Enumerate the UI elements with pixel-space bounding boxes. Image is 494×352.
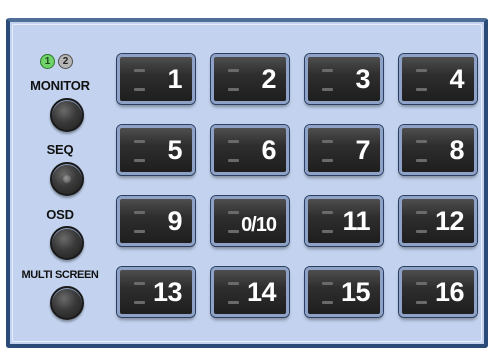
key-mark	[322, 88, 333, 91]
key-label: 11	[342, 206, 370, 236]
key-mark	[416, 301, 427, 304]
key-label: 13	[152, 277, 183, 307]
side-controls: 1 2 MONITOR SEQ OSD MULTI SCREEN	[10, 22, 110, 344]
key-9[interactable]: 9	[117, 196, 195, 246]
key-mark	[416, 211, 427, 214]
key-mark	[228, 230, 239, 233]
key-mark	[228, 159, 239, 162]
key-11[interactable]: 11	[305, 196, 383, 246]
key-15[interactable]: 15	[305, 267, 383, 317]
key-label: 8	[449, 135, 464, 165]
seq-button[interactable]	[50, 162, 84, 196]
key-mark	[416, 88, 427, 91]
key-mark	[228, 211, 239, 214]
key-label: 2	[261, 64, 276, 94]
key-label: 12	[434, 206, 465, 236]
seq-led-icon	[63, 175, 71, 183]
key-4[interactable]: 4	[399, 54, 477, 104]
key-2[interactable]: 2	[211, 54, 289, 104]
key-label: 1	[167, 64, 182, 94]
key-mark	[134, 282, 145, 285]
seq-label: SEQ	[46, 142, 74, 157]
key-mark	[228, 301, 239, 304]
key-mark	[322, 301, 333, 304]
key-mark	[228, 140, 239, 143]
key-0-10[interactable]: 0/10	[211, 196, 289, 246]
key-3[interactable]: 3	[305, 54, 383, 104]
key-mark	[322, 159, 333, 162]
key-mark	[322, 282, 333, 285]
key-mark	[416, 230, 427, 233]
key-mark	[416, 282, 427, 285]
monitor-indicator-2: 2	[58, 54, 73, 69]
key-label: 7	[355, 135, 370, 165]
key-label: 6	[261, 135, 276, 165]
key-label: 5	[167, 135, 182, 165]
key-mark	[416, 140, 427, 143]
key-1[interactable]: 1	[117, 54, 195, 104]
key-label: 16	[434, 277, 465, 307]
osd-button[interactable]	[50, 226, 84, 260]
key-mark	[134, 140, 145, 143]
key-mark	[134, 159, 145, 162]
key-label: 14	[246, 277, 277, 307]
key-mark	[228, 88, 239, 91]
key-6[interactable]: 6	[211, 125, 289, 175]
key-12[interactable]: 12	[399, 196, 477, 246]
key-14[interactable]: 14	[211, 267, 289, 317]
key-mark	[134, 230, 145, 233]
key-mark	[228, 282, 239, 285]
multi-screen-button[interactable]	[50, 286, 84, 320]
key-16[interactable]: 16	[399, 267, 477, 317]
key-mark	[228, 69, 239, 72]
key-mark	[322, 230, 333, 233]
key-label: 15	[340, 277, 371, 307]
key-label: 9	[167, 206, 182, 236]
key-mark	[134, 301, 145, 304]
monitor-label: MONITOR	[30, 78, 90, 93]
key-label: 4	[449, 64, 464, 94]
key-mark	[322, 211, 333, 214]
key-mark	[416, 159, 427, 162]
monitor-button[interactable]	[50, 98, 84, 132]
monitor-indicator-1: 1	[40, 54, 55, 69]
key-mark	[322, 140, 333, 143]
key-7[interactable]: 7	[305, 125, 383, 175]
osd-label: OSD	[46, 207, 74, 222]
key-8[interactable]: 8	[399, 125, 477, 175]
key-mark	[134, 88, 145, 91]
key-mark	[134, 69, 145, 72]
key-mark	[134, 211, 145, 214]
key-mark	[322, 69, 333, 72]
multi-screen-label: MULTI SCREEN	[21, 269, 99, 281]
key-13[interactable]: 13	[117, 267, 195, 317]
controller-panel: 1 2 MONITOR SEQ OSD MULTI SCREEN 1 2 3 4…	[6, 18, 488, 348]
key-5[interactable]: 5	[117, 125, 195, 175]
key-label: 0/10	[241, 214, 277, 236]
key-mark	[416, 69, 427, 72]
key-label: 3	[355, 64, 370, 94]
